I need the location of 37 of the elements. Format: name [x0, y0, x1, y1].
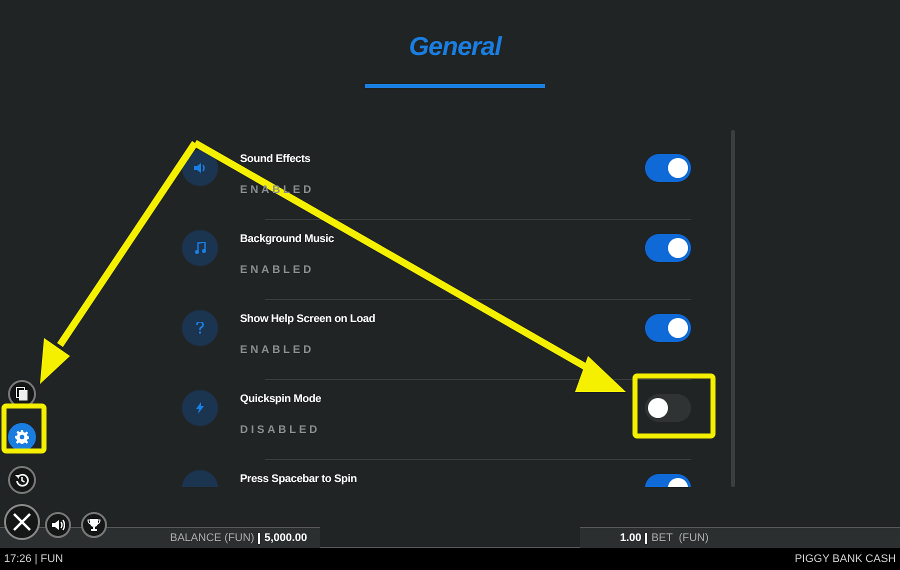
balance-value: 5,000.00 — [264, 530, 308, 546]
setting-status: ENABLED — [240, 342, 316, 358]
balance-label: BALANCE (FUN) — [170, 530, 254, 546]
toggle-switch[interactable] — [645, 394, 691, 422]
setting-label: Background Music — [240, 232, 336, 247]
music-note-icon — [194, 242, 206, 254]
page-title: General — [408, 30, 502, 63]
setting-label: Show Help Screen on Load — [240, 312, 376, 327]
setting-label: Quickspin Mode — [240, 392, 322, 407]
setting-label: Sound Effects — [240, 152, 312, 167]
question-mark-icon — [196, 322, 204, 334]
toggle-switch[interactable] — [645, 154, 691, 182]
highlight-frame — [2, 404, 46, 454]
game-title: PIGGY BANK CASH — [794, 552, 896, 567]
history-icon — [15, 473, 29, 487]
speaker-icon — [51, 519, 65, 531]
bet-label: BET (FUN) — [651, 530, 709, 546]
trophy-icon — [87, 518, 101, 532]
trophy-button[interactable] — [81, 512, 107, 538]
setting-status: DISABLED — [240, 422, 322, 438]
sound-button[interactable] — [45, 512, 71, 538]
side-menu-button[interactable] — [8, 466, 36, 494]
separator-bar — [645, 532, 648, 544]
clock-text: 17:26 | FUN — [4, 552, 64, 567]
bet-value: 1.00 — [620, 530, 642, 546]
pages-icon — [16, 387, 28, 401]
lightning-icon — [196, 402, 204, 414]
toggle-switch[interactable] — [645, 234, 691, 262]
setting-status: ENABLED — [240, 262, 316, 278]
settings-icon — [15, 430, 29, 444]
close-icon — [12, 512, 32, 532]
close-button[interactable] — [4, 504, 40, 540]
side-menu-button[interactable] — [8, 423, 36, 451]
speaker-icon — [194, 163, 206, 173]
separator-bar — [258, 532, 260, 544]
toggle-switch[interactable] — [645, 314, 691, 342]
setting-label: Press Spacebar to Spin — [240, 472, 358, 487]
